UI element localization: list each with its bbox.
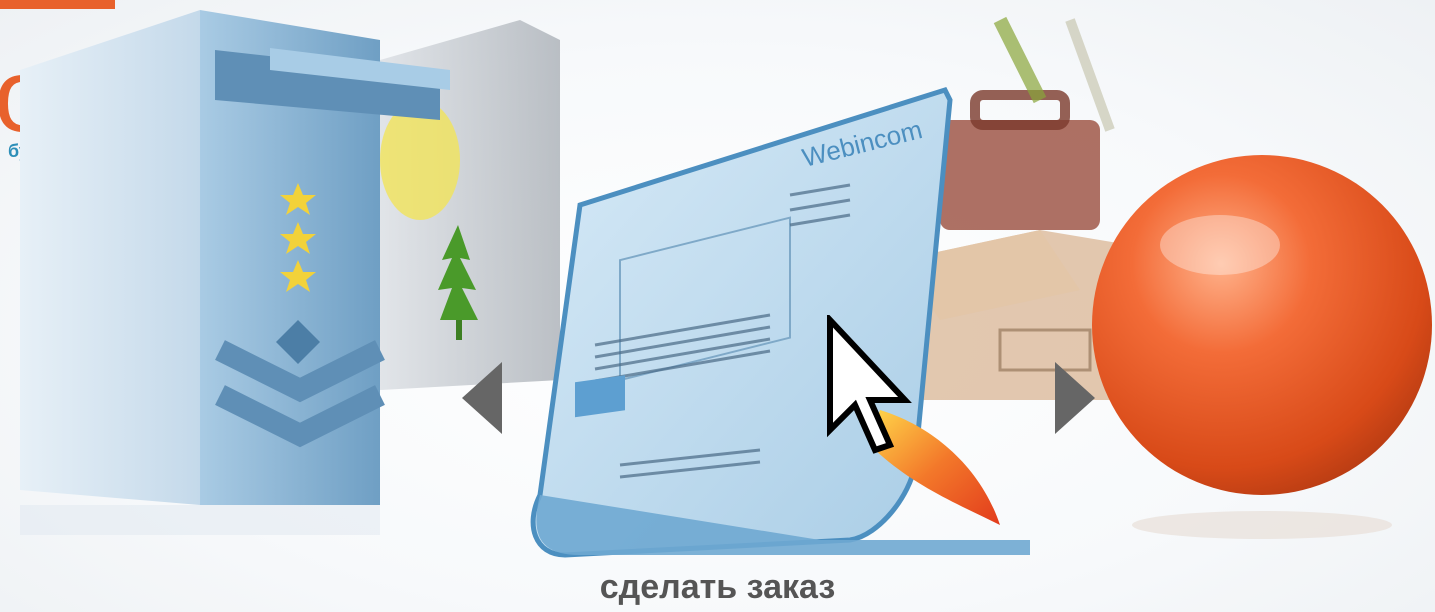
slide-server[interactable] — [0, 0, 560, 540]
chevron-right-icon — [1055, 362, 1095, 434]
chevron-left-icon — [462, 362, 502, 434]
prev-slide-button[interactable] — [462, 362, 504, 434]
webpage-mockup-icon: Webincom — [530, 86, 1030, 558]
server-tower-icon — [20, 10, 560, 535]
slide-sphere[interactable] — [1090, 150, 1435, 550]
next-slide-button[interactable] — [1053, 362, 1095, 434]
promo-banner: om будущее — [0, 0, 1435, 612]
orange-sphere-icon — [1092, 155, 1432, 539]
slide-order-form[interactable]: Webincom — [520, 85, 1040, 575]
slide-caption-link[interactable]: сделать заказ — [0, 568, 1435, 607]
mouse-cursor-icon — [827, 315, 912, 454]
